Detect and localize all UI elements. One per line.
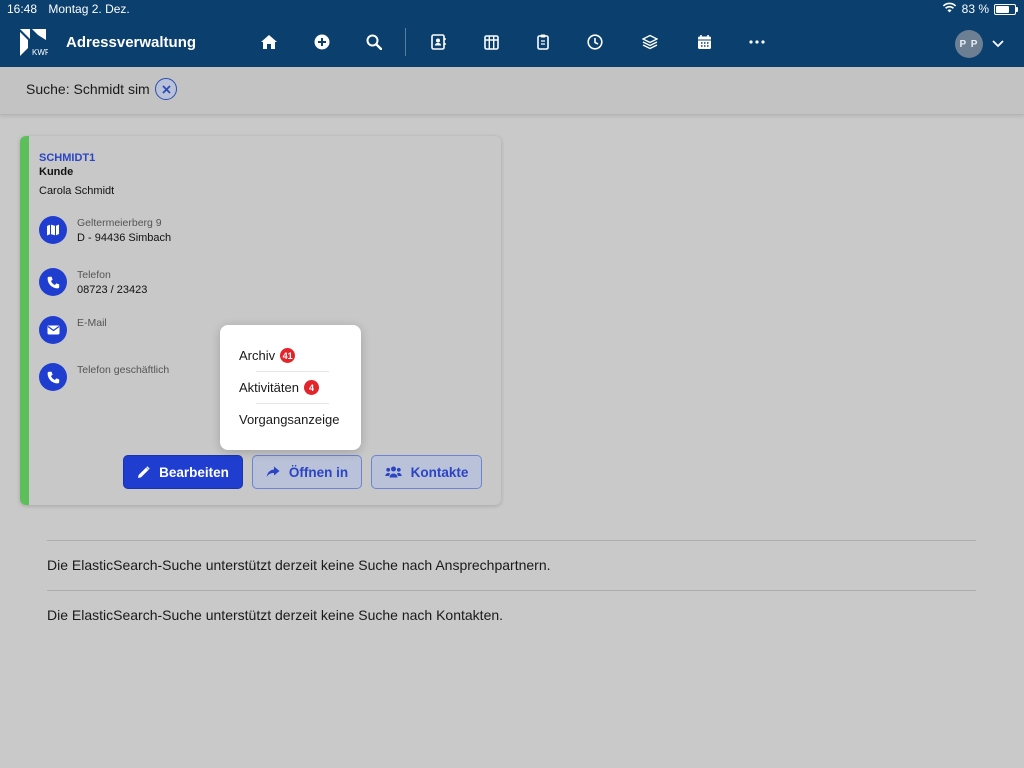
menu-item-vorgangsanzeige[interactable]: Vorgangsanzeige: [239, 412, 339, 427]
calendar-icon[interactable]: [694, 32, 714, 52]
contact-name: Carola Schmidt: [39, 185, 115, 197]
contacts-button[interactable]: Kontakte: [371, 455, 482, 489]
menu-item-label: Aktivitäten: [239, 380, 299, 395]
clipboard-icon[interactable]: [533, 32, 553, 52]
chevron-down-icon[interactable]: [990, 35, 1006, 51]
status-date: Montag 2. Dez.: [48, 2, 130, 16]
grid-icon[interactable]: [481, 32, 501, 52]
close-icon: [161, 84, 171, 94]
message-divider: [47, 590, 976, 591]
more-icon[interactable]: [747, 32, 767, 52]
menu-item-archiv[interactable]: Archiv 41: [239, 348, 296, 363]
edit-button-label: Bearbeiten: [159, 464, 229, 480]
status-time: 16:48: [7, 2, 38, 16]
open-in-button[interactable]: Öffnen in: [252, 455, 362, 489]
address-type: Kunde: [39, 166, 74, 178]
battery-percent: 83 %: [961, 2, 989, 16]
info-message-kontakte: Die ElasticSearch-Suche unterstützt derz…: [47, 607, 504, 623]
logo-text: KWP: [32, 48, 48, 57]
users-icon: [384, 466, 402, 478]
map-icon[interactable]: [39, 216, 67, 244]
search-filter-bar: Suche: Schmidt sim: [0, 67, 1024, 115]
open-in-popover-menu: Archiv 41 Aktivitäten 4 Vorgangsanzeige: [220, 325, 361, 450]
user-avatar[interactable]: P P: [955, 30, 983, 58]
home-icon[interactable]: [259, 32, 279, 52]
menu-item-label: Vorgangsanzeige: [239, 412, 340, 427]
app-title: Adressverwaltung: [66, 34, 197, 51]
phone-number[interactable]: 08723 / 23423: [77, 284, 147, 296]
message-divider: [47, 540, 976, 541]
card-accent-bar: [20, 136, 29, 505]
business-phone-label: Telefon geschäftlich: [77, 364, 170, 376]
search-query-label: Suche: Schmidt sim: [26, 81, 150, 97]
email-label: E-Mail: [77, 317, 107, 329]
top-navbar: KWP Adressverwaltung P P: [0, 18, 1024, 67]
share-arrow-icon: [266, 466, 280, 477]
info-message-ansprechpartner: Die ElasticSearch-Suche unterstützt derz…: [47, 557, 551, 573]
address-city: D - 94436 Simbach: [77, 232, 172, 244]
phone-icon[interactable]: [39, 268, 67, 296]
clear-search-button[interactable]: [155, 78, 177, 100]
open-in-button-label: Öffnen in: [288, 464, 349, 480]
menu-item-aktivitaeten[interactable]: Aktivitäten 4: [239, 380, 319, 395]
battery-icon: [994, 3, 1018, 15]
contacts-book-icon[interactable]: [428, 32, 448, 52]
add-icon[interactable]: [312, 32, 332, 52]
menu-item-label: Archiv: [239, 348, 276, 363]
wifi-icon: [942, 2, 957, 16]
business-phone-icon[interactable]: [39, 363, 67, 391]
status-bar: 16:48 Montag 2. Dez. 83 %: [0, 0, 1024, 18]
menu-divider: [256, 403, 329, 404]
search-icon[interactable]: [364, 32, 384, 52]
archiv-count-badge: 41: [280, 348, 296, 363]
clock-icon[interactable]: [585, 32, 605, 52]
kwp-logo: KWP: [18, 28, 50, 58]
address-street: Geltermeierberg 9: [77, 217, 162, 229]
phone-label: Telefon: [77, 269, 111, 281]
nav-divider: [405, 28, 406, 56]
email-icon[interactable]: [39, 316, 67, 344]
aktivitaeten-count-badge: 4: [303, 380, 319, 395]
address-code[interactable]: SCHMIDT1: [39, 152, 95, 164]
menu-divider: [256, 371, 329, 372]
pencil-icon: [138, 465, 150, 478]
layers-icon[interactable]: [640, 32, 660, 52]
contacts-button-label: Kontakte: [410, 464, 469, 480]
edit-button[interactable]: Bearbeiten: [123, 455, 243, 489]
